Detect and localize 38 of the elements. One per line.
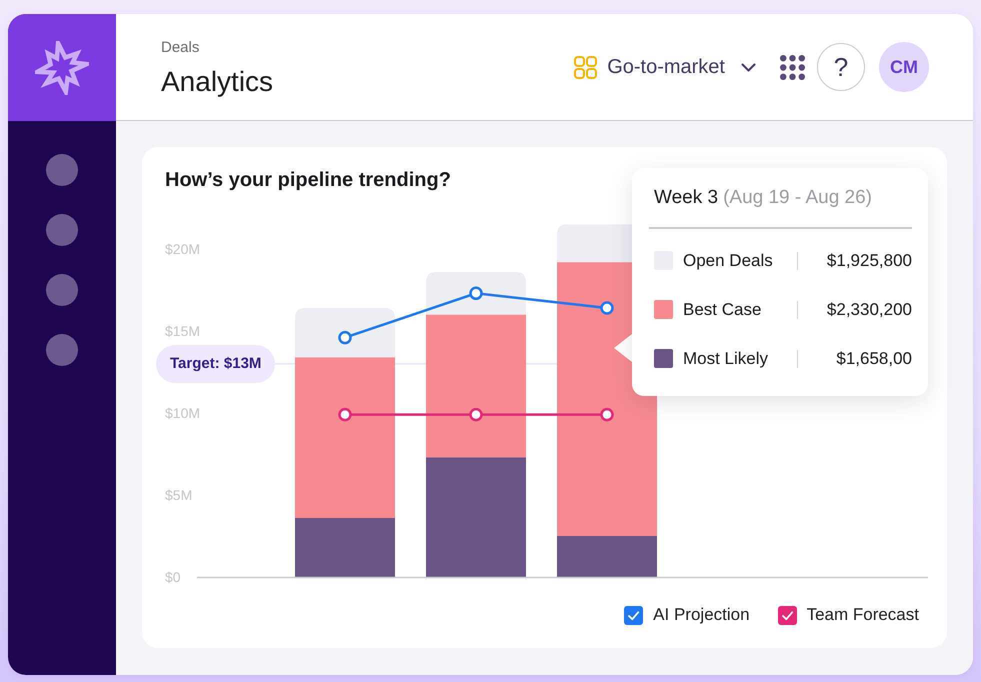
data-point	[469, 286, 483, 300]
chevron-down-icon	[741, 62, 756, 72]
nav-circle-icon[interactable]	[46, 154, 78, 186]
breadcrumb[interactable]: Deals	[161, 38, 200, 58]
data-point	[600, 301, 614, 315]
legend-label: AI Projection	[653, 604, 750, 626]
nav-circle-icon[interactable]	[46, 214, 78, 246]
squares-icon	[574, 56, 598, 78]
data-point	[600, 408, 614, 422]
tooltip-value: $1,925,800	[826, 250, 912, 272]
checkbox[interactable]	[624, 606, 644, 624]
tooltip-label: Most Likely	[683, 348, 770, 370]
data-point	[338, 408, 352, 422]
help-button[interactable]: ?	[817, 43, 865, 91]
y-axis-label: $15M	[165, 323, 200, 339]
nav-circle-icon[interactable]	[46, 334, 78, 366]
y-axis-label: $10M	[165, 405, 200, 421]
tooltip-label: Open Deals	[683, 250, 774, 272]
checkbox[interactable]	[778, 606, 797, 624]
y-axis-label: $5M	[165, 487, 192, 503]
data-point	[338, 330, 352, 344]
apps-grid-icon[interactable]	[780, 54, 805, 80]
data-point	[469, 408, 483, 422]
page-title: Analytics	[161, 65, 274, 99]
tooltip-value: $1,658,00	[835, 348, 912, 370]
user-avatar[interactable]: CM	[879, 42, 929, 92]
y-axis-label: $20M	[165, 241, 200, 257]
tooltip-value: $2,330,200	[826, 298, 912, 321]
tooltip-dates: (Aug 19 - Aug 26)	[723, 187, 872, 208]
target-label: Target: $13M	[156, 344, 276, 383]
workspace-dropdown[interactable]: Go-to-market	[574, 52, 756, 82]
tooltip-title: Week 3	[654, 187, 718, 208]
legend-label: Team Forecast	[806, 604, 919, 626]
y-axis-label: $0	[165, 569, 181, 585]
starburst-icon[interactable]	[35, 40, 89, 94]
tooltip-label: Best Case	[683, 298, 762, 321]
nav-circle-icon[interactable]	[46, 274, 78, 306]
chart-title: How’s your pipeline trending?	[165, 168, 451, 193]
